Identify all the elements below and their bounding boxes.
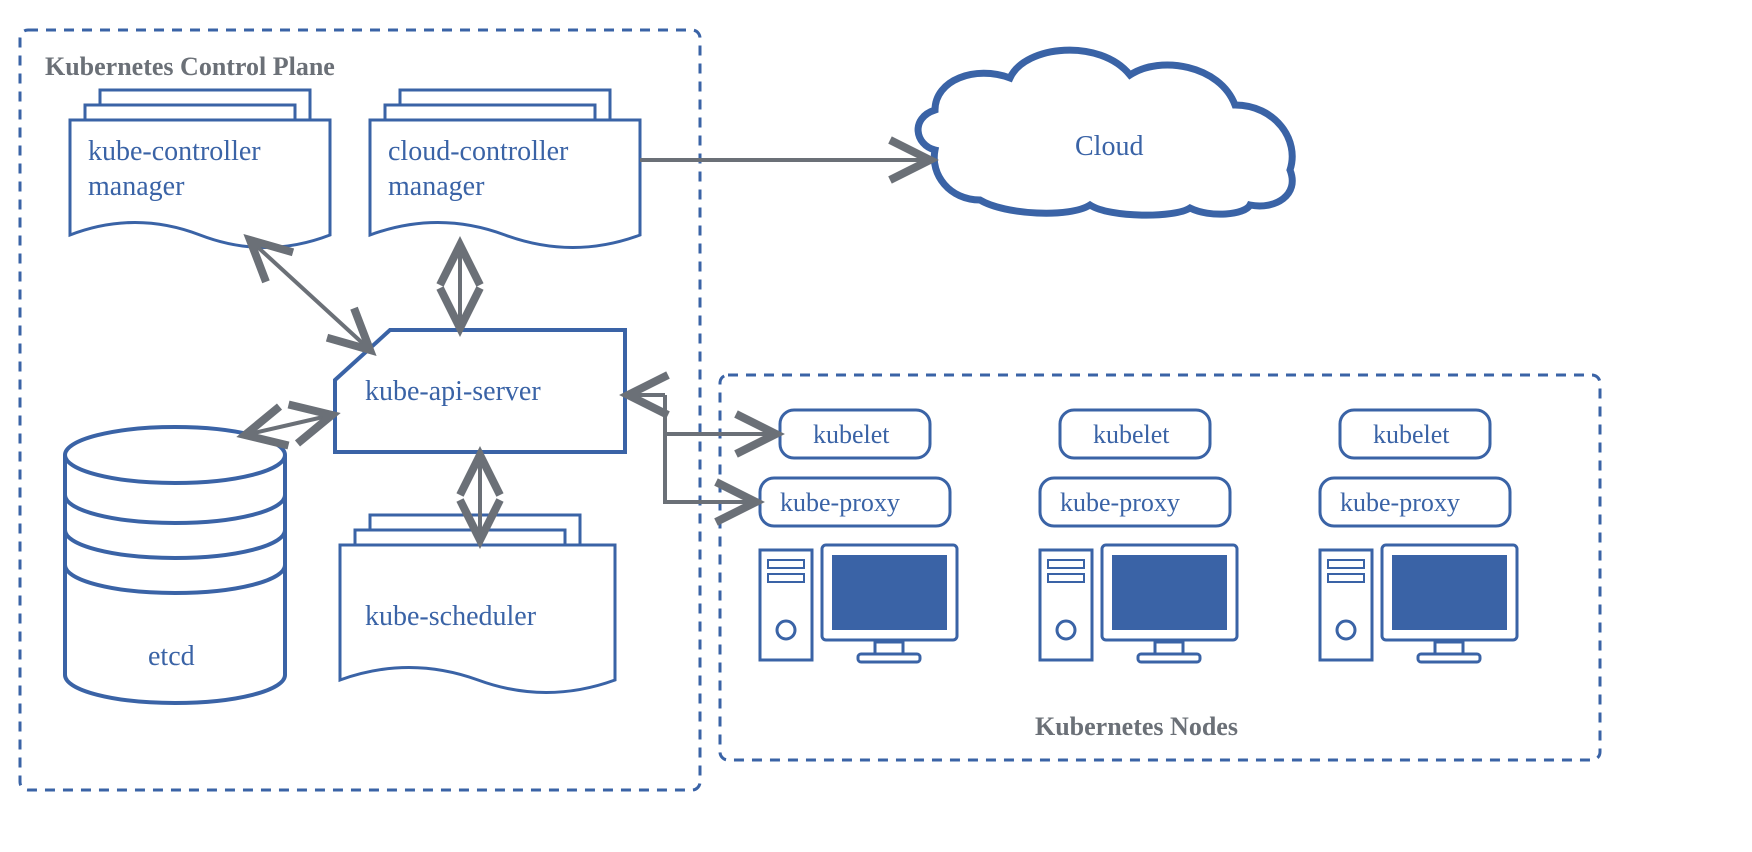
etcd-cylinder: etcd <box>65 427 285 703</box>
arrow-etcd-api <box>245 415 332 435</box>
kubernetes-architecture-diagram: Kubernetes Control Plane Kubernetes Node… <box>0 0 1752 852</box>
cloud-shape: Cloud <box>918 50 1292 215</box>
kube-controller-manager-label-1: kube-controller <box>88 136 261 167</box>
node-3-kubelet-label: kubelet <box>1373 420 1450 449</box>
control-plane-title: Kubernetes Control Plane <box>45 52 335 81</box>
node-2: kubelet kube-proxy <box>1040 410 1237 662</box>
kube-controller-manager: kube-controller manager <box>70 90 330 248</box>
nodes-title: Kubernetes Nodes <box>1035 712 1238 741</box>
node-3: kubelet kube-proxy <box>1320 410 1517 662</box>
node-3-kubeproxy-label: kube-proxy <box>1340 488 1460 517</box>
arrow-kcm-api <box>250 240 370 350</box>
cloud-controller-manager-label-1: cloud-controller <box>388 136 569 167</box>
node-1-kubeproxy-label: kube-proxy <box>780 488 900 517</box>
kube-api-server-label: kube-api-server <box>365 376 541 407</box>
etcd-label: etcd <box>148 641 195 672</box>
kube-scheduler-label: kube-scheduler <box>365 601 537 632</box>
node-2-kubelet-label: kubelet <box>1093 420 1170 449</box>
kube-controller-manager-label-2: manager <box>88 171 185 202</box>
node-1-kubelet-label: kubelet <box>813 420 890 449</box>
node-2-computer-icon <box>1040 545 1237 662</box>
node-1-computer-icon <box>760 545 957 662</box>
cloud-controller-manager: cloud-controller manager <box>370 90 640 248</box>
kube-scheduler: kube-scheduler <box>340 515 615 693</box>
node-3-computer-icon <box>1320 545 1517 662</box>
node-1: kubelet kube-proxy <box>760 410 957 662</box>
cloud-label: Cloud <box>1075 131 1143 162</box>
node-2-kubeproxy-label: kube-proxy <box>1060 488 1180 517</box>
arrow-api-kubeproxy <box>665 434 756 502</box>
cloud-controller-manager-label-2: manager <box>388 171 485 202</box>
kube-api-server: kube-api-server <box>335 330 625 452</box>
